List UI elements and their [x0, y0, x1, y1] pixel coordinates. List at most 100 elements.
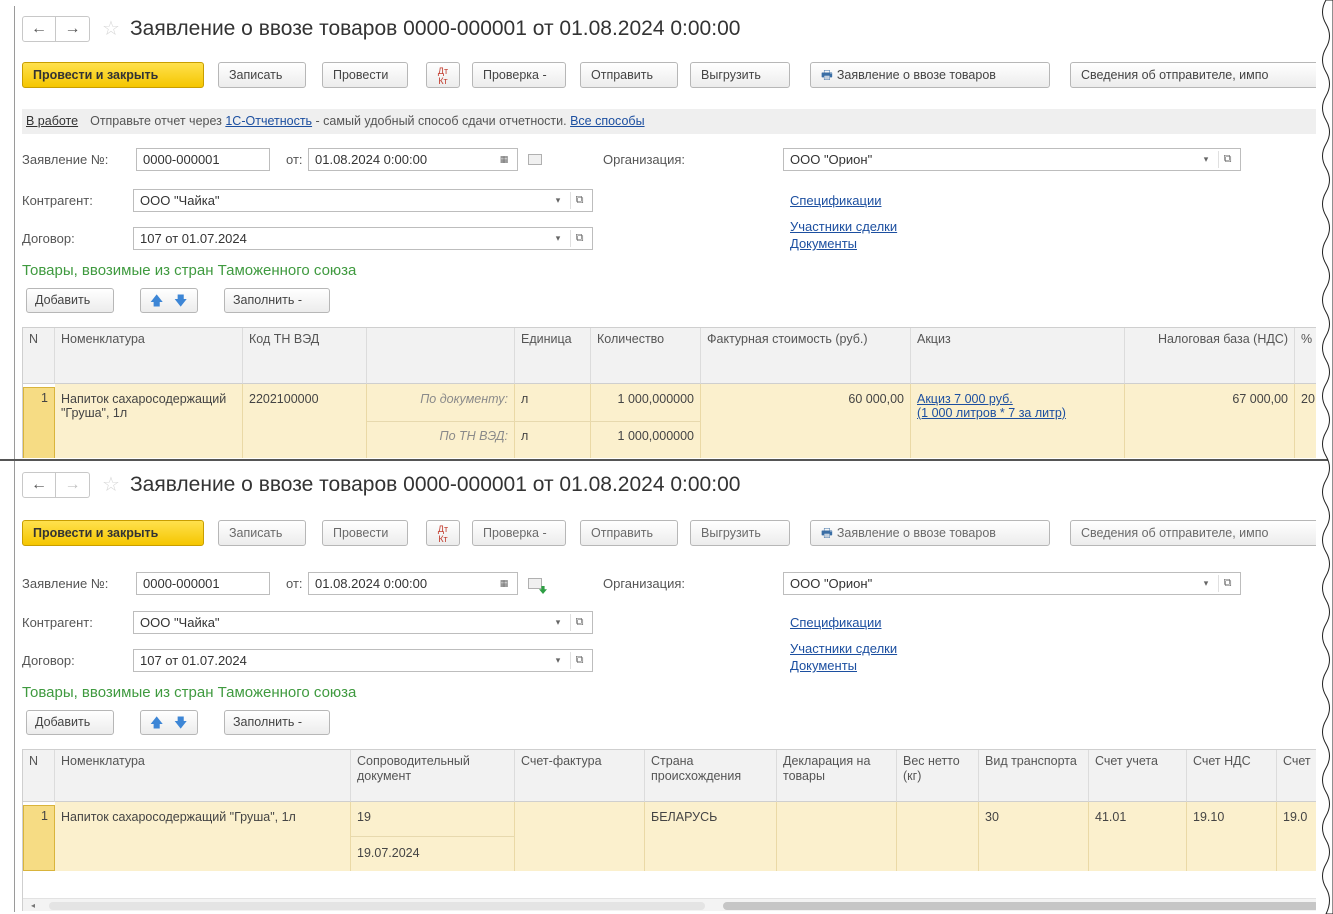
- documents-link-2[interactable]: Документы: [790, 657, 897, 674]
- print-statement-button[interactable]: 🖶 Заявление о ввозе товаров: [810, 62, 1050, 88]
- contract-field[interactable]: 107 от 01.07.2024 ▾ ⧉: [133, 227, 593, 250]
- table-cell-quantity-doc[interactable]: 1 000,000000: [591, 384, 701, 421]
- send-button[interactable]: Отправить: [580, 62, 678, 88]
- organization-dropdown-icon[interactable]: ▾: [1198, 151, 1214, 168]
- date-field-2[interactable]: 01.08.2024 0:00:00 ▦: [308, 572, 518, 595]
- organization-field-2[interactable]: ООО "Орион" ▾ ⧉: [783, 572, 1241, 595]
- post-and-close-button-2[interactable]: Провести и закрыть: [22, 520, 204, 546]
- check-menu-button[interactable]: Проверка -: [472, 62, 566, 88]
- sender-info-button-2[interactable]: Сведения об отправителе, импо: [1070, 520, 1316, 546]
- column-header-vat-account[interactable]: Счет НДС: [1187, 750, 1277, 802]
- documents-link[interactable]: Документы: [790, 235, 897, 252]
- column-header-transport[interactable]: Вид транспорта: [979, 750, 1089, 802]
- contract-field-2[interactable]: 107 от 01.07.2024 ▾ ⧉: [133, 649, 593, 672]
- horizontal-scrollbar[interactable]: ◂: [23, 898, 1316, 911]
- counterparty-dropdown-icon[interactable]: ▾: [550, 192, 566, 209]
- column-header-accompanying-doc[interactable]: Сопроводительный документ: [351, 750, 515, 802]
- table-cell-invoice[interactable]: [515, 802, 645, 871]
- table-cell-tnved-code[interactable]: 2202100000: [243, 384, 367, 458]
- column-header-account[interactable]: Счет учета: [1089, 750, 1187, 802]
- table-cell-unit-tnved[interactable]: л: [515, 421, 591, 458]
- table-cell-declaration[interactable]: [777, 802, 897, 871]
- table-row-number-2[interactable]: 1: [23, 805, 55, 871]
- counterparty-dropdown-icon-2[interactable]: ▾: [550, 614, 566, 631]
- sender-info-button[interactable]: Сведения об отправителе, импо: [1070, 62, 1316, 88]
- table-cell-percent[interactable]: 20: [1295, 384, 1316, 458]
- table-row-number[interactable]: 1: [23, 387, 55, 458]
- counterparty-field-2[interactable]: ООО "Чайка" ▾ ⧉: [133, 611, 593, 634]
- upload-button[interactable]: Выгрузить: [690, 62, 790, 88]
- table-cell-vat-account[interactable]: 19.10: [1187, 802, 1277, 871]
- dt-kt-button-2[interactable]: Дт Кт: [426, 520, 460, 546]
- column-header-blank[interactable]: [367, 328, 515, 384]
- table-cell-account-more[interactable]: 19.0: [1277, 802, 1316, 871]
- column-header-invoice-cost[interactable]: Фактурная стоимость (руб.): [701, 328, 911, 384]
- post-button-2[interactable]: Провести: [322, 520, 408, 546]
- participants-link-2[interactable]: Участники сделки: [790, 640, 897, 657]
- move-up-icon-2[interactable]: 🡅: [150, 714, 163, 736]
- excise-link[interactable]: Акциз 7 000 руб.: [917, 392, 1118, 406]
- column-header-percent[interactable]: %: [1295, 328, 1316, 384]
- column-header-tnved-code[interactable]: Код ТН ВЭД: [243, 328, 367, 384]
- column-header-country[interactable]: Страна происхождения: [645, 750, 777, 802]
- column-header-excise[interactable]: Акциз: [911, 328, 1125, 384]
- statement-number-field-2[interactable]: 0000-000001: [136, 572, 270, 595]
- table-cell-invoice-cost[interactable]: 60 000,00: [701, 384, 911, 458]
- statement-number-field[interactable]: 0000-000001: [136, 148, 270, 171]
- organization-dropdown-icon-2[interactable]: ▾: [1198, 575, 1214, 592]
- post-and-close-button[interactable]: Провести и закрыть: [22, 62, 204, 88]
- date-field[interactable]: 01.08.2024 0:00:00 ▦: [308, 148, 518, 171]
- table-cell-weight[interactable]: [897, 802, 979, 871]
- contract-open-icon[interactable]: ⧉: [570, 230, 588, 247]
- add-row-button[interactable]: Добавить: [26, 288, 114, 313]
- column-header-tax-base[interactable]: Налоговая база (НДС): [1125, 328, 1295, 384]
- organization-open-icon[interactable]: ⧉: [1218, 151, 1236, 168]
- send-button-2[interactable]: Отправить: [580, 520, 678, 546]
- table-cell-account[interactable]: 41.01: [1089, 802, 1187, 871]
- counterparty-open-icon[interactable]: ⧉: [570, 192, 588, 209]
- fill-menu-button-2[interactable]: Заполнить -: [224, 710, 330, 735]
- column-header-n-2[interactable]: N: [23, 750, 55, 802]
- counterparty-open-icon-2[interactable]: ⧉: [570, 614, 588, 631]
- save-button[interactable]: Записать: [218, 62, 306, 88]
- table-cell-doc-date[interactable]: 19.07.2024: [351, 836, 515, 871]
- move-down-icon[interactable]: 🡇: [174, 292, 187, 314]
- table-cell-nomenclature[interactable]: Напиток сахаросодержащий "Груша", 1л: [55, 384, 243, 458]
- organization-field[interactable]: ООО "Орион" ▾ ⧉: [783, 148, 1241, 171]
- column-header-unit[interactable]: Единица: [515, 328, 591, 384]
- check-menu-button-2[interactable]: Проверка -: [472, 520, 566, 546]
- favorite-star-icon[interactable]: ☆: [102, 16, 120, 42]
- column-header-invoice[interactable]: Счет-фактура: [515, 750, 645, 802]
- move-up-icon[interactable]: 🡅: [150, 292, 163, 314]
- column-header-declaration[interactable]: Декларация на товары: [777, 750, 897, 802]
- calendar-icon-2[interactable]: ▦: [495, 575, 513, 592]
- table-cell-excise[interactable]: Акциз 7 000 руб. (1 000 литров * 7 за ли…: [911, 384, 1125, 458]
- scrollbar-thumb[interactable]: [723, 902, 1316, 910]
- table-cell-quantity-tnved[interactable]: 1 000,000000: [591, 421, 701, 458]
- column-header-n[interactable]: N: [23, 328, 55, 384]
- forward-button-2[interactable]: →: [56, 472, 90, 498]
- column-header-account-more[interactable]: Счет: [1277, 750, 1316, 802]
- upload-button-2[interactable]: Выгрузить: [690, 520, 790, 546]
- contract-dropdown-icon-2[interactable]: ▾: [550, 652, 566, 669]
- scroll-left-icon[interactable]: ◂: [31, 899, 35, 911]
- forward-button[interactable]: →: [56, 16, 90, 42]
- excise-formula-link[interactable]: (1 000 литров * 7 за литр): [917, 406, 1118, 420]
- table-cell-country[interactable]: БЕЛАРУСЬ: [645, 802, 777, 871]
- table-cell-tax-base[interactable]: 67 000,00: [1125, 384, 1295, 458]
- table-cell-nomenclature-2[interactable]: Напиток сахаросодержащий "Груша", 1л: [55, 802, 351, 871]
- back-button[interactable]: ←: [22, 16, 56, 42]
- print-statement-button-2[interactable]: 🖶 Заявление о ввозе товаров: [810, 520, 1050, 546]
- column-header-nomenclature[interactable]: Номенклатура: [55, 328, 243, 384]
- favorite-star-icon-2[interactable]: ☆: [102, 472, 120, 498]
- move-down-icon-2[interactable]: 🡇: [174, 714, 187, 736]
- participants-link[interactable]: Участники сделки: [790, 218, 897, 235]
- contract-dropdown-icon[interactable]: ▾: [550, 230, 566, 247]
- specifications-link[interactable]: Спецификации: [790, 192, 882, 209]
- status-link[interactable]: В работе: [26, 114, 78, 128]
- table-cell-doc-number[interactable]: 19: [351, 802, 515, 836]
- column-header-nomenclature-2[interactable]: Номенклатура: [55, 750, 351, 802]
- counterparty-field[interactable]: ООО "Чайка" ▾ ⧉: [133, 189, 593, 212]
- back-button-2[interactable]: ←: [22, 472, 56, 498]
- fill-menu-button[interactable]: Заполнить -: [224, 288, 330, 313]
